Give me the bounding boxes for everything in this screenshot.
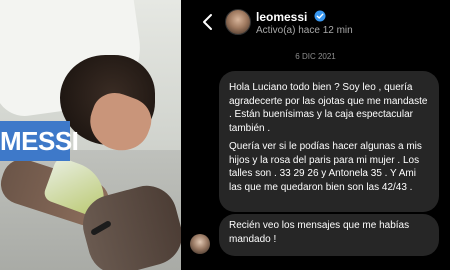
- message-paragraph-1: Hola Luciano todo bien ? Soy leo , querí…: [229, 82, 428, 134]
- chevron-left-icon[interactable]: [198, 12, 218, 32]
- message-paragraph-2: Quería ver si le podías hacer algunas a …: [229, 141, 422, 193]
- message-bubble-2[interactable]: Recién veo los mensajes que me habías ma…: [219, 214, 439, 256]
- photo-caption: MESSI: [0, 121, 79, 161]
- avatar[interactable]: [225, 9, 251, 35]
- message-bubble[interactable]: Hola Luciano todo bien ? Soy leo , querí…: [219, 71, 439, 212]
- instagram-dm-panel: leomessi Activo(a) hace 12 min 6 DIC 202…: [181, 0, 450, 270]
- message-date: 6 DIC 2021: [295, 52, 336, 61]
- verified-badge-icon: [314, 10, 326, 22]
- activity-status: Activo(a) hace 12 min: [256, 25, 353, 36]
- photo-panel: MESSI: [0, 0, 181, 270]
- sender-avatar: [190, 234, 210, 254]
- username[interactable]: leomessi: [256, 10, 307, 24]
